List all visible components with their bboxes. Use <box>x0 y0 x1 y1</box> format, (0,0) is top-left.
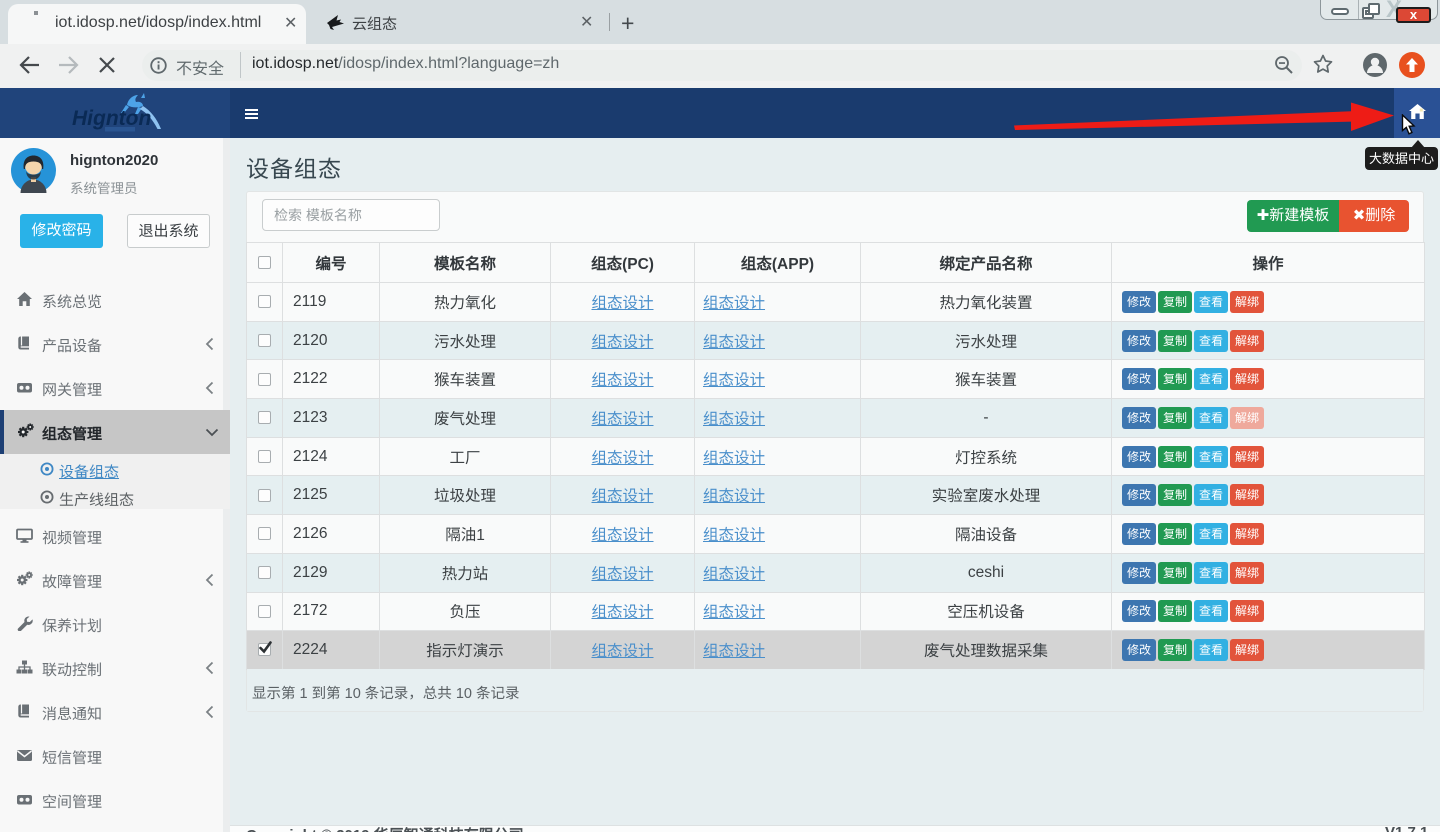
svg-text:Hignton: Hignton <box>72 107 151 130</box>
